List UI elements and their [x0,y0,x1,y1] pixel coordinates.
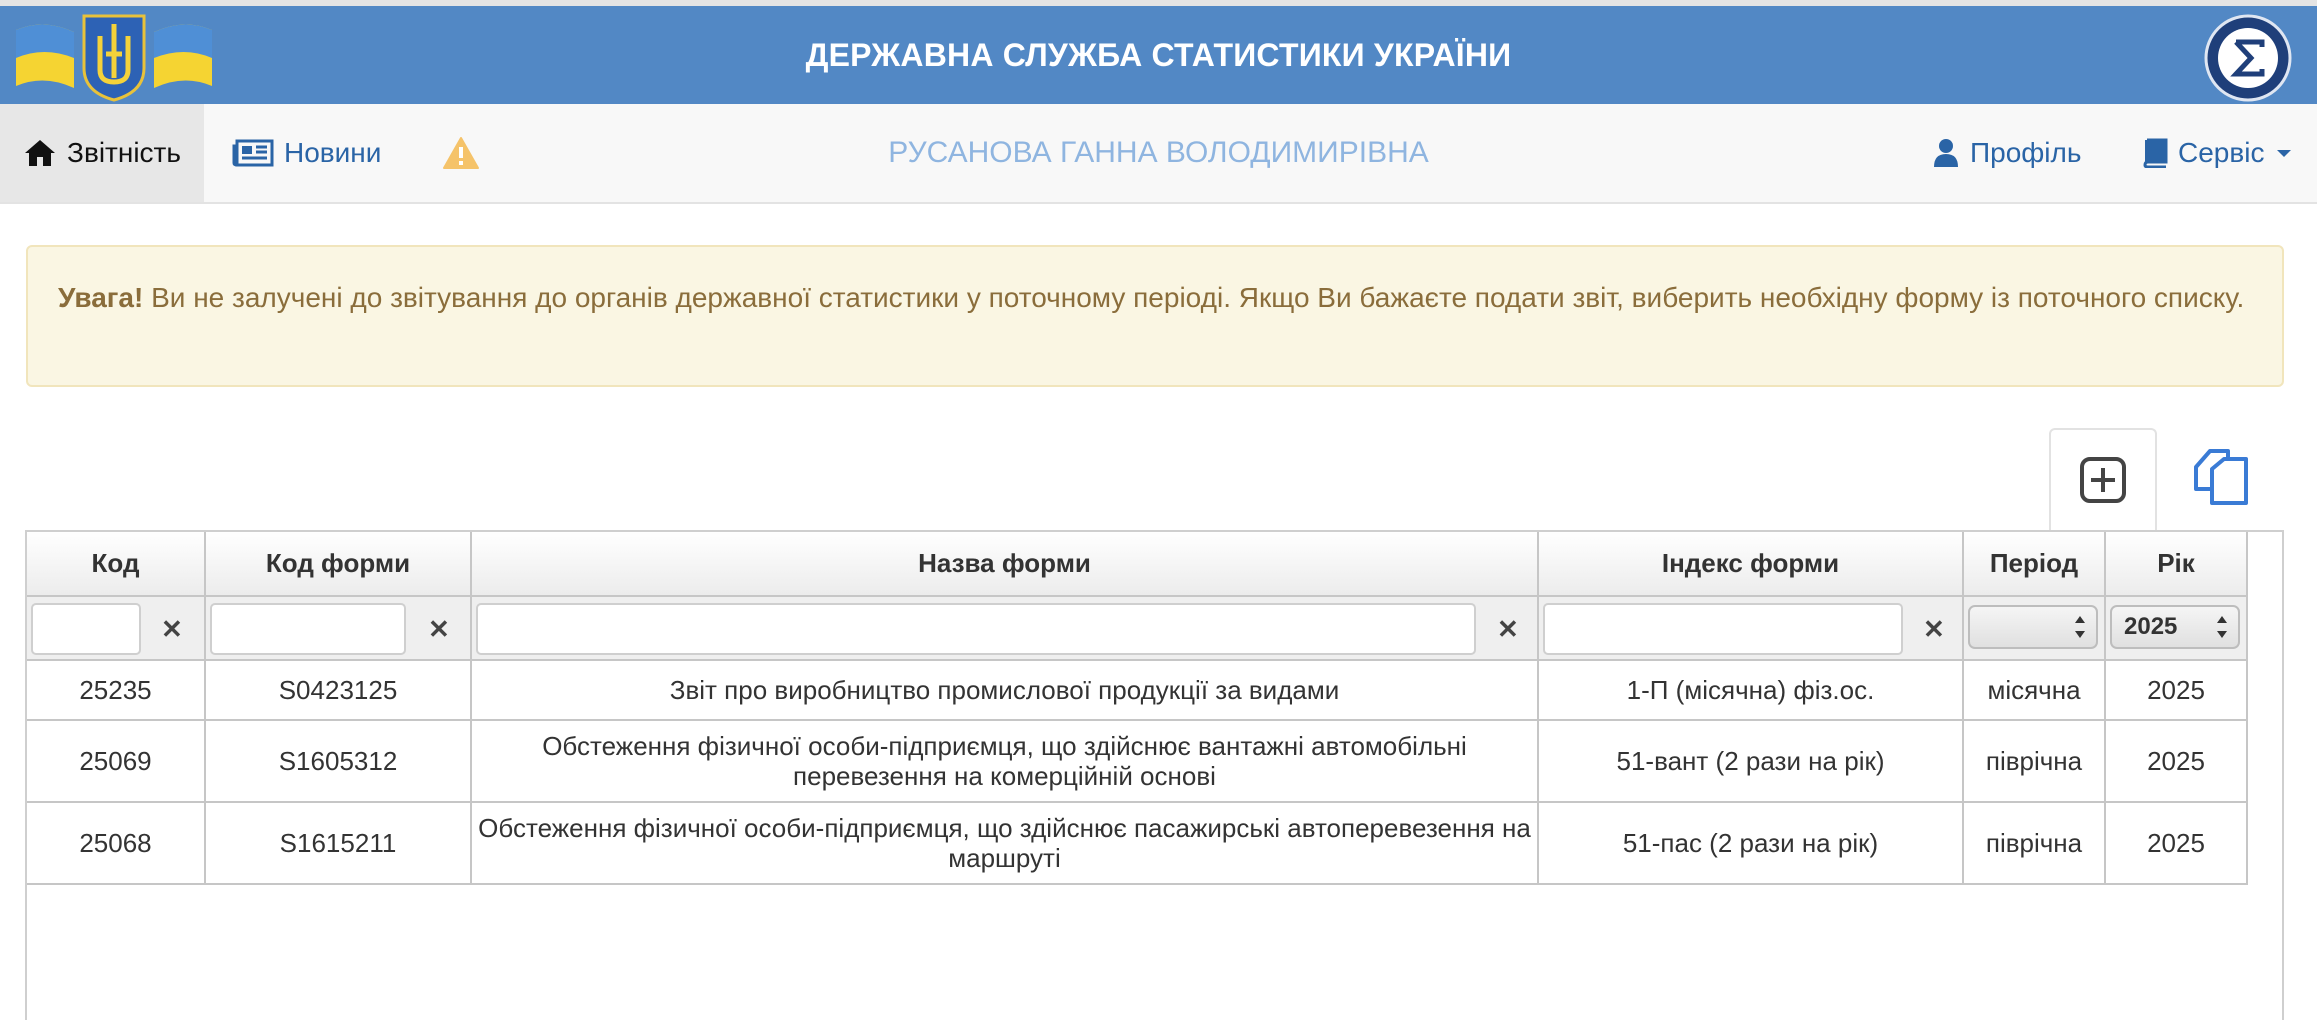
cell-form-code: S1605312 [204,719,472,803]
select-arrows-icon [2075,616,2085,638]
plus-square-icon [2080,457,2126,503]
cell-code: 25068 [27,801,206,885]
cell-form-index: 51-вант (2 рази на рік) [1537,719,1964,803]
filter-cell-form-name: ✕ [470,595,1539,661]
column-header-form-code[interactable]: Код форми [204,532,472,597]
warning-alert: Увага! Ви не залучені до звітування до о… [26,245,2284,387]
home-icon [25,140,56,166]
top-header: ДЕРЖАВНА СЛУЖБА СТАТИСТИКИ УКРАЇНИ [0,0,2317,104]
select-arrows-icon [2217,616,2227,638]
filter-year-value: 2025 [2124,613,2178,640]
header-title: ДЕРЖАВНА СЛУЖБА СТАТИСТИКИ УКРАЇНИ [805,36,1512,73]
cell-period: піврічна [1962,801,2106,885]
cell-form-index: 51-пас (2 рази на рік) [1537,801,1964,885]
filter-cell-year: 2025 [2104,595,2248,661]
filter-row: ✕ ✕ ✕ ✕ 2025 [27,595,2248,661]
cell-year: 2025 [2104,719,2248,803]
cell-code: 25235 [27,659,206,721]
nav-reports[interactable]: Звітність [0,104,204,202]
filter-cell-period [1962,595,2106,661]
add-form-button[interactable] [2049,428,2157,530]
alert-strong: Увага! [58,282,144,313]
filter-form-index-input[interactable] [1543,603,1903,655]
nav-reports-label: Звітність [67,137,181,168]
table-row[interactable]: 25068 S1615211 Обстеження фізичної особи… [27,801,2248,885]
forms-grid: Код Код форми Назва форми Індекс форми П… [25,530,2284,1020]
table-row[interactable]: 25069 S1605312 Обстеження фізичної особи… [27,719,2248,803]
main-navbar: РУСАНОВА ГАННА ВОЛОДИМИРІВНА Звітність Н… [0,104,2317,204]
cell-form-name: Обстеження фізичної особи-підприємця, що… [470,719,1539,803]
cell-code: 25069 [27,719,206,803]
filter-cell-form-code: ✕ [204,595,472,661]
copy-form-button[interactable] [2186,440,2254,512]
column-header-form-index[interactable]: Індекс форми [1537,532,1964,597]
nav-warning[interactable] [442,104,490,202]
clear-filter-code-icon[interactable]: ✕ [161,615,183,643]
nav-service-dropdown[interactable]: Сервіс [2142,104,2294,202]
user-icon [1934,139,1958,167]
statistics-sigma-logo [2204,14,2292,102]
filter-form-code-input[interactable] [210,603,406,655]
clear-filter-form-code-icon[interactable]: ✕ [428,615,450,643]
filter-cell-form-index: ✕ [1537,595,1964,661]
cell-form-code: S0423125 [204,659,472,721]
filter-code-input[interactable] [31,603,141,655]
filter-cell-code: ✕ [27,595,206,661]
nav-profile-label: Профіль [1970,137,2082,168]
nav-profile[interactable]: Профіль [1932,104,2081,202]
newspaper-icon [232,139,274,167]
cell-form-index: 1-П (місячна) фіз.ос. [1537,659,1964,721]
copy-icon [2194,449,2248,505]
filter-year-select[interactable]: 2025 [2110,605,2240,649]
nav-news[interactable]: Новини [232,104,381,202]
cell-year: 2025 [2104,801,2248,885]
cell-form-name: Обстеження фізичної особи-підприємця, що… [470,801,1539,885]
column-header-period[interactable]: Період [1962,532,2106,597]
column-header-form-name[interactable]: Назва форми [470,532,1539,597]
nav-service-label: Сервіс [2178,137,2265,168]
forms-table: Код Код форми Назва форми Індекс форми П… [27,532,2248,885]
warning-icon [443,137,479,169]
filter-form-name-input[interactable] [476,603,1476,655]
book-icon [2143,138,2168,168]
clear-filter-form-index-icon[interactable]: ✕ [1923,615,1945,643]
cell-period: місячна [1962,659,2106,721]
clear-filter-form-name-icon[interactable]: ✕ [1497,615,1519,643]
alert-text: Ви не залучені до звітування до органів … [143,282,2245,313]
filter-period-select[interactable] [1968,605,2098,649]
column-header-code[interactable]: Код [27,532,206,597]
nav-news-label: Новини [284,137,382,168]
cell-year: 2025 [2104,659,2248,721]
cell-form-name: Звіт про виробництво промислової продукц… [470,659,1539,721]
caret-down-icon [2277,150,2292,157]
table-row[interactable]: 25235 S0423125 Звіт про виробництво пром… [27,659,2248,721]
cell-form-code: S1615211 [204,801,472,885]
cell-period: піврічна [1962,719,2106,803]
column-header-year[interactable]: Рік [2104,532,2248,597]
